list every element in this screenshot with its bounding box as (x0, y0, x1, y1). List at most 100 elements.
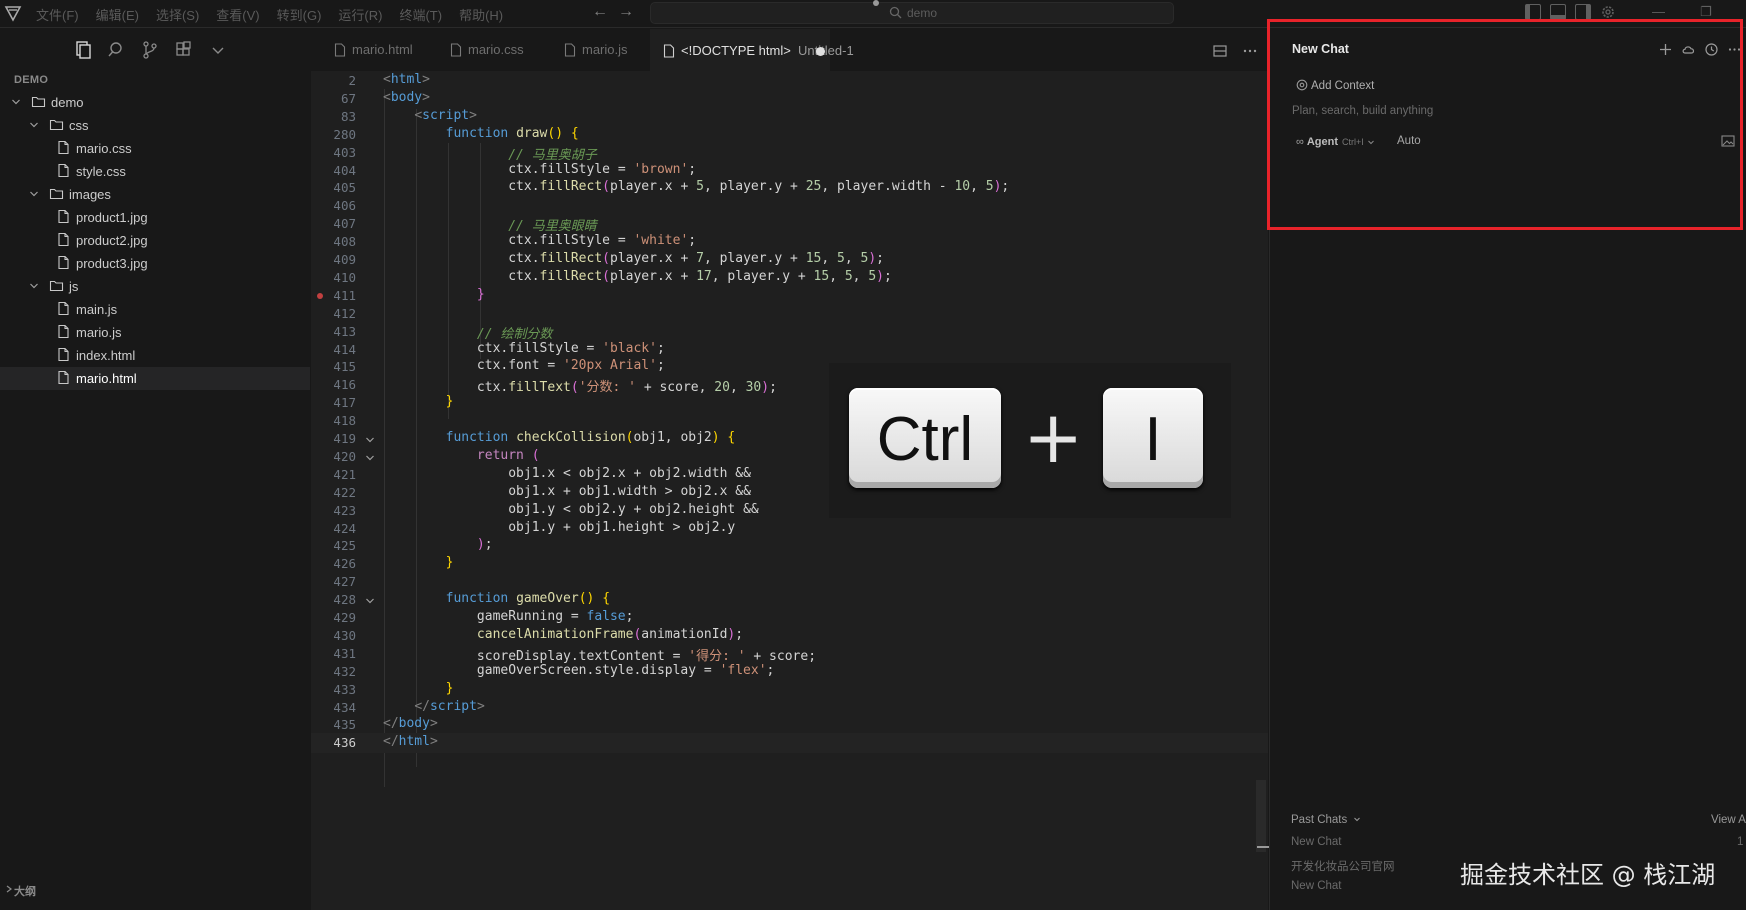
menu-item[interactable]: 转到(G) (277, 5, 322, 24)
fold-chevron-icon[interactable] (365, 452, 375, 462)
explorer-files-icon[interactable] (73, 40, 93, 60)
file-icon (56, 347, 71, 362)
chevron-down-icon (28, 119, 40, 131)
menu-item[interactable]: 编辑(E) (96, 5, 139, 24)
code-text: } (445, 555, 454, 571)
file-icon (56, 163, 71, 178)
tree-file[interactable]: style.css (0, 160, 310, 183)
menu-item[interactable]: 查看(V) (216, 5, 259, 24)
more-actions-icon[interactable] (1242, 43, 1258, 59)
app-logo-icon (4, 6, 22, 22)
forward-arrow-icon[interactable]: → (618, 3, 634, 21)
tree-item-label: demo (51, 95, 84, 110)
tab-title: mario.css (468, 42, 524, 57)
tab-label: mario.js (582, 42, 628, 57)
restore-window-icon[interactable]: ❐ (1700, 4, 1712, 20)
line-number: 67 (340, 90, 356, 106)
unsaved-dot-icon[interactable] (816, 47, 825, 56)
file-icon (663, 44, 675, 58)
watermark: 掘金技术社区 @ 栈江湖 (1460, 861, 1716, 889)
menu-item[interactable]: 选择(S) (156, 5, 199, 24)
chevron-down-icon[interactable] (208, 40, 228, 60)
line-number: 403 (333, 144, 356, 160)
line-number: 428 (333, 592, 356, 608)
tab-title: mario.js (582, 42, 628, 57)
code-text: obj1.x < obj2.x + obj2.width && (508, 465, 751, 481)
extensions-icon[interactable] (174, 40, 194, 60)
i-keycap: I (1103, 388, 1203, 488)
tree-file[interactable]: mario.html (0, 367, 310, 390)
fold-chevron-icon[interactable] (365, 434, 375, 444)
minimize-window-icon[interactable]: — (1652, 4, 1665, 19)
past-chat-item[interactable]: New Chat (1291, 836, 1342, 848)
tab-title: mario.html (352, 42, 413, 57)
view-all-link[interactable]: View All (1711, 814, 1746, 826)
explorer-sidebar: DEMO demo css mario.css style.css images prod… (0, 29, 310, 910)
menu-bar: 文件(F) 编辑(E) 选择(S) 查看(V) 转到(G) 运行(R) 终端(T) 帮助(H) (36, 5, 520, 24)
tree-file[interactable]: mario.css (0, 137, 310, 160)
tree-folder[interactable]: js (0, 275, 310, 298)
tree-item-label: index.html (76, 348, 136, 363)
code-text: ctx.font = '20px Arial'; (476, 358, 665, 374)
back-arrow-icon[interactable]: ← (592, 3, 608, 21)
highlight-frame (1267, 19, 1743, 230)
tree-file[interactable]: product1.jpg (0, 206, 310, 229)
command-center-search[interactable]: demo (650, 2, 1174, 24)
code-text: function draw() { (445, 125, 579, 141)
tree-file[interactable]: main.js (0, 298, 310, 321)
line-number: 407 (333, 216, 356, 232)
toggle-sidebar-icon[interactable] (1525, 4, 1541, 20)
line-number: 434 (333, 699, 356, 715)
tree-file[interactable]: product2.jpg (0, 229, 310, 252)
past-chats-header[interactable]: Past Chats (1291, 814, 1361, 826)
outline-section[interactable]: 大纲 (0, 879, 310, 901)
file-icon (334, 43, 346, 57)
editor-scrollbar[interactable] (1256, 780, 1266, 852)
line-number: 435 (333, 717, 356, 733)
editor-tab[interactable]: mario.css (437, 29, 545, 71)
code-text: </script> (414, 698, 485, 714)
editor-tab[interactable]: mario.js (551, 29, 644, 71)
tree-item-label: main.js (76, 302, 118, 317)
chevron-down-icon (28, 280, 40, 292)
tree-item-label: mario.html (76, 371, 137, 386)
tree-file[interactable]: mario.js (0, 321, 310, 344)
line-number: 421 (333, 466, 356, 482)
tree-file[interactable]: index.html (0, 344, 310, 367)
file-icon (56, 324, 71, 339)
editor-tab[interactable]: mario.html (321, 29, 431, 71)
source-control-icon[interactable] (140, 40, 160, 60)
ctrl-keycap: Ctrl (849, 388, 1001, 488)
file-icon (56, 301, 71, 316)
toggle-panel-icon[interactable] (1550, 4, 1566, 20)
menu-item[interactable]: 运行(R) (338, 5, 382, 24)
tree-folder[interactable]: css (0, 114, 310, 137)
menu-item[interactable]: 文件(F) (36, 5, 79, 24)
tree-file[interactable]: product3.jpg (0, 252, 310, 275)
toggle-secondary-sidebar-icon[interactable] (1575, 4, 1591, 20)
split-editor-icon[interactable] (1212, 43, 1228, 59)
explorer-section-title[interactable]: DEMO (14, 74, 48, 86)
search-icon[interactable] (107, 40, 127, 60)
editor-tab-bar: mario.html mario.css mario.js <!DOCTYPE htm… (311, 29, 1268, 71)
settings-gear-icon[interactable] (1600, 4, 1616, 20)
tree-folder[interactable]: images (0, 183, 310, 206)
line-number: 436 (333, 735, 356, 751)
past-chat-item[interactable]: 开发化妆品公司官网 (1291, 858, 1395, 874)
tree-folder[interactable]: demo (0, 91, 310, 114)
menu-item[interactable]: 终端(T) (399, 5, 442, 24)
menu-item[interactable]: 帮助(H) (459, 5, 503, 24)
file-icon (450, 43, 462, 57)
tree-item-label: product1.jpg (76, 210, 148, 225)
past-chat-item[interactable]: New Chat (1291, 880, 1342, 892)
line-number: 431 (333, 645, 356, 661)
editor-tab[interactable]: <!DOCTYPE html> Untitled-1 (650, 29, 854, 71)
tree-item-label: style.css (76, 164, 126, 179)
line-number: 422 (333, 484, 356, 500)
fold-chevron-icon[interactable] (365, 595, 375, 605)
code-text: <body> (383, 89, 430, 105)
code-text: } (445, 394, 454, 410)
code-text: cancelAnimationFrame(animationId); (476, 626, 744, 642)
code-line[interactable]: 436 </html> (311, 733, 1268, 754)
shortcut-overlay: Ctrl + I (829, 363, 1231, 518)
